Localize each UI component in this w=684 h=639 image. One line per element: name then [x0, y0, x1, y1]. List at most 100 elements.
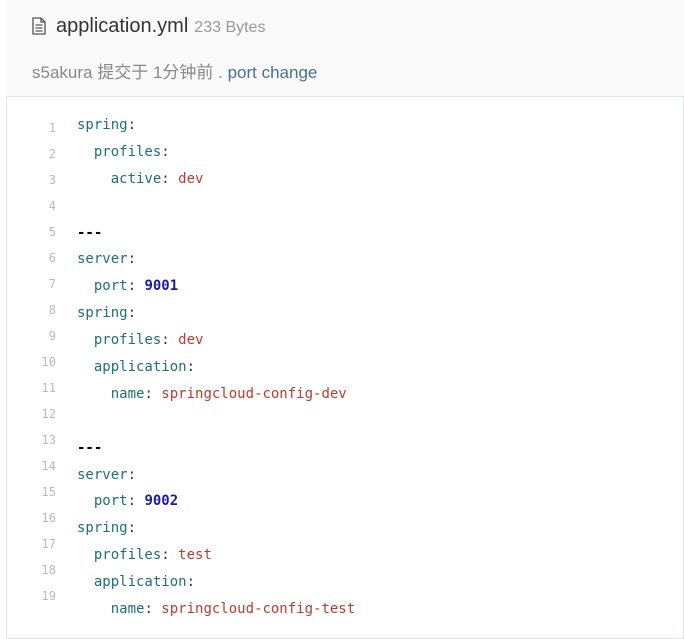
- line-number: 3: [48, 173, 56, 187]
- code-line: server:: [77, 462, 355, 489]
- code-line: spring:: [77, 300, 355, 327]
- yaml-colon: :: [127, 117, 137, 133]
- yaml-key: application: [93, 359, 187, 376]
- line-number: 10: [41, 355, 56, 369]
- line-number: 16: [41, 511, 56, 525]
- file-size: 233 Bytes: [194, 19, 266, 36]
- line-number: 19: [41, 589, 56, 603]
- line-number: 1: [48, 121, 56, 135]
- code-line: profiles: dev: [77, 327, 355, 354]
- yaml-value: test: [178, 547, 212, 564]
- yaml-key: port: [93, 493, 128, 510]
- code-line: name: springcloud-config-dev: [77, 381, 355, 408]
- code-line: port: 9001: [77, 273, 355, 300]
- yaml-value: ---: [77, 439, 103, 456]
- yaml-key: spring: [77, 520, 128, 537]
- yaml-key: port: [93, 278, 128, 295]
- commit-separator: .: [213, 63, 228, 82]
- line-number: 17: [41, 537, 56, 551]
- line-number: 4: [48, 199, 56, 213]
- line-number: 5: [48, 225, 56, 239]
- yaml-key: profiles: [93, 143, 162, 160]
- yaml-key: name: [110, 385, 145, 402]
- yaml-key: spring: [77, 305, 128, 322]
- line-number: 14: [41, 459, 56, 473]
- code-viewer: 1 2 3 4 5 6 7 8 9 10 11 12 13 14 15 16 17 18 19 spring: pr…: [6, 97, 684, 639]
- code-line: server:: [77, 246, 355, 273]
- yaml-key: application: [93, 574, 187, 591]
- yaml-colon: :: [186, 359, 196, 376]
- yaml-value: dev: [178, 332, 204, 349]
- code-content[interactable]: spring: profiles: active: dev --- server: …: [77, 112, 355, 623]
- yaml-colon: :: [144, 601, 162, 618]
- yaml-value: springcloud-config-dev: [161, 385, 347, 402]
- code-line: spring:: [77, 112, 355, 139]
- yaml-key: profiles: [93, 547, 162, 564]
- yaml-value: dev: [178, 170, 204, 187]
- yaml-key: server: [77, 251, 128, 268]
- code-line: application:: [77, 354, 355, 381]
- line-number: 8: [48, 303, 56, 317]
- code-line: name: springcloud-config-test: [77, 596, 355, 623]
- yaml-colon: :: [127, 466, 137, 483]
- commit-time: 1分钟前: [152, 63, 214, 82]
- yaml-value: ---: [77, 224, 103, 241]
- yaml-colon: :: [186, 574, 196, 591]
- code-line: application:: [77, 569, 355, 596]
- line-number: 15: [41, 485, 56, 499]
- commit-message-link[interactable]: port change: [228, 63, 318, 82]
- code-line: spring:: [77, 515, 355, 542]
- yaml-value: 9002: [144, 493, 179, 510]
- line-number: 13: [41, 433, 56, 447]
- file-name: application.yml: [56, 15, 189, 37]
- file-header: application.yml 233 Bytes s5akura 提交于 1分…: [6, 0, 684, 97]
- code-line: active: dev: [77, 166, 355, 193]
- line-number: 11: [41, 381, 56, 395]
- commit-author[interactable]: s5akura: [32, 63, 92, 82]
- yaml-value: springcloud-config-test: [161, 601, 356, 618]
- file-text-icon: [32, 17, 48, 37]
- yaml-key: spring: [77, 117, 128, 133]
- code-line: ---: [77, 435, 355, 462]
- code-line: ---: [77, 220, 355, 247]
- line-number: 6: [48, 251, 56, 265]
- yaml-key: name: [110, 601, 145, 618]
- yaml-key: server: [77, 466, 128, 483]
- line-number: 18: [41, 563, 56, 577]
- code-line: port: 9002: [77, 488, 355, 515]
- yaml-colon: :: [127, 278, 145, 295]
- yaml-colon: :: [127, 520, 137, 537]
- yaml-colon: :: [161, 547, 179, 564]
- yaml-colon: :: [127, 305, 137, 322]
- yaml-colon: :: [161, 170, 179, 187]
- yaml-colon: :: [144, 385, 162, 402]
- code-line: profiles:: [77, 139, 355, 166]
- code-line: profiles: test: [77, 542, 355, 569]
- commit-action-text: 提交于: [92, 63, 153, 82]
- line-number: 7: [48, 277, 56, 291]
- yaml-key: profiles: [93, 332, 162, 349]
- line-number: 12: [41, 407, 56, 421]
- commit-info: s5akura 提交于 1分钟前 . port change: [32, 58, 317, 83]
- yaml-colon: :: [161, 143, 170, 160]
- yaml-colon: :: [127, 493, 145, 510]
- yaml-colon: :: [127, 251, 137, 268]
- line-number-gutter: 1 2 3 4 5 6 7 8 9 10 11 12 13 14 15 16 17 18 19: [7, 115, 62, 609]
- line-number: 2: [48, 147, 56, 161]
- yaml-key: active: [110, 170, 162, 187]
- file-title-row: application.yml 233 Bytes: [32, 14, 265, 38]
- line-number: 9: [48, 329, 56, 343]
- yaml-value: 9001: [144, 278, 179, 295]
